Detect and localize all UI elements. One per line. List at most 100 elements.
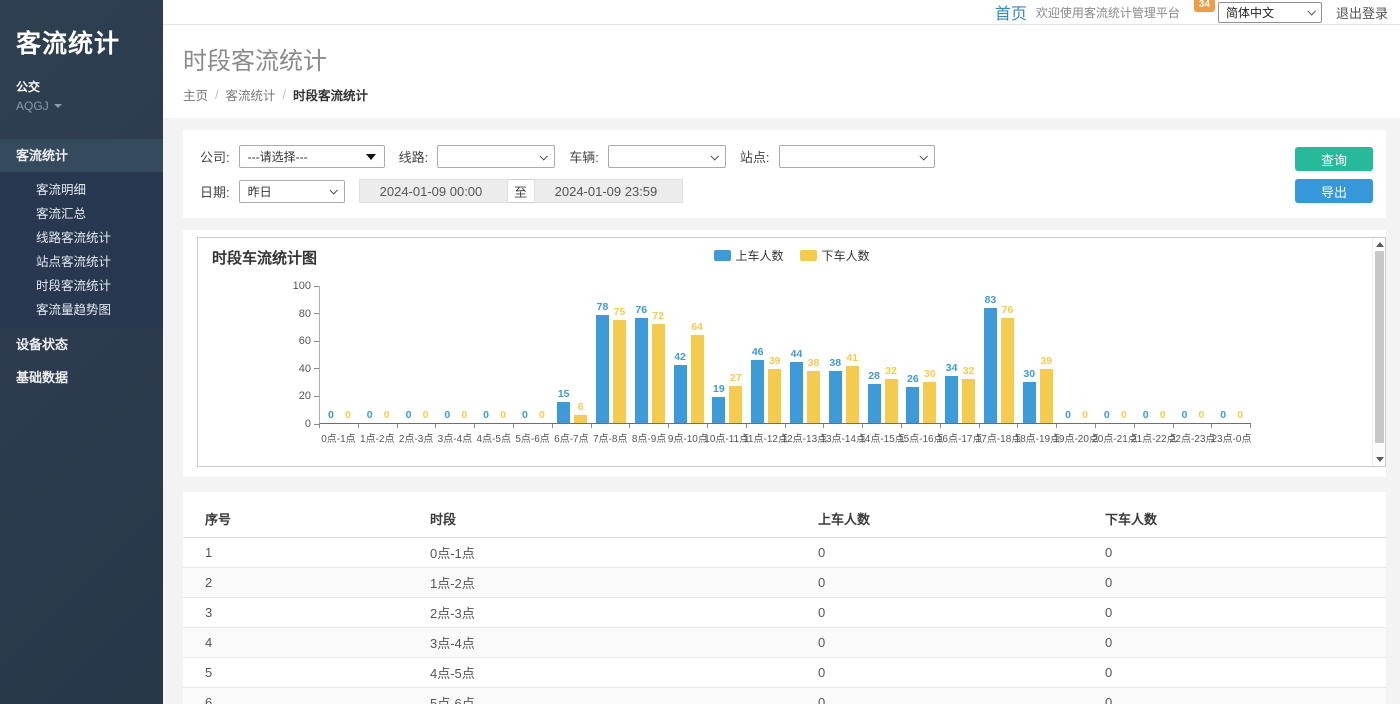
legend-item-alighting[interactable]: 下车人数 — [800, 247, 870, 264]
x-axis-label: 13点-14点 — [824, 430, 863, 445]
bar-column: 0 — [361, 409, 378, 423]
bar — [906, 387, 919, 423]
bar — [790, 362, 803, 423]
bar — [984, 308, 997, 423]
scroll-down-icon[interactable] — [1376, 457, 1384, 462]
home-link[interactable]: 首页 — [995, 0, 1027, 24]
chart-scrollbar[interactable] — [1372, 238, 1385, 466]
bar-group: 2832 — [863, 365, 902, 423]
breadcrumb-passenger-stats[interactable]: 客流统计 — [226, 85, 276, 104]
y-tick: 20 — [299, 390, 319, 402]
breadcrumb-home[interactable]: 主页 — [183, 85, 208, 104]
breadcrumb-separator: / — [215, 88, 218, 102]
user-dropdown-label: AQGJ — [16, 99, 49, 113]
bar-value-label: 15 — [558, 388, 570, 400]
bar-group: 00 — [398, 409, 437, 423]
date-preset-select[interactable]: 昨日 — [239, 180, 345, 203]
x-axis-label: 17点-18点 — [979, 430, 1018, 445]
x-tick — [747, 424, 786, 428]
chart-plot-area[interactable]: 020406080100 000000000000156787576724264… — [283, 286, 1251, 445]
company-filter: 公司: ---请选择--- — [200, 145, 385, 168]
bar-column: 39 — [1038, 355, 1055, 423]
sidebar-item-trend-chart[interactable]: 客流量趋势图 — [0, 298, 163, 322]
sidebar-item-passenger-stats[interactable]: 客流统计 — [0, 139, 163, 172]
table-cell: 0 — [1105, 538, 1386, 568]
chevron-down-icon — [540, 152, 548, 160]
sidebar-item-period-stats[interactable]: 时段客流统计 — [0, 274, 163, 298]
bar-group: 00 — [1096, 409, 1135, 423]
bar-column: 75 — [611, 306, 628, 424]
station-select[interactable] — [779, 145, 935, 168]
bar-value-label: 78 — [597, 301, 609, 313]
bar — [945, 376, 958, 423]
x-tick — [786, 424, 825, 428]
x-tick — [708, 424, 747, 428]
bar-group: 00 — [1174, 409, 1213, 423]
bar-group: 00 — [1212, 409, 1251, 423]
bar — [846, 366, 859, 423]
company-select[interactable]: ---请选择--- — [239, 145, 385, 168]
bar-column: 0 — [378, 409, 395, 423]
col-header-index: 序号 — [183, 500, 430, 538]
chevron-down-icon — [54, 104, 62, 108]
date-start-input[interactable]: 2024-01-09 00:00 — [359, 179, 508, 203]
breadcrumb-current: 时段客流统计 — [293, 85, 368, 104]
scrollbar-thumb[interactable] — [1375, 251, 1384, 443]
y-tick: 80 — [299, 308, 319, 320]
sidebar-menu: 客流统计 客流明细 客流汇总 线路客流统计 站点客流统计 时段客流统计 客流量趋… — [0, 139, 163, 394]
export-button[interactable]: 导出 — [1295, 179, 1373, 203]
x-axis-label: 15点-16点 — [901, 430, 940, 445]
bar-value-label: 46 — [752, 346, 764, 358]
x-tick — [824, 424, 863, 428]
filter-row-2: 日期: 昨日 2024-01-09 00:00 至 2024-01-09 23:… — [200, 179, 1370, 203]
table-cell: 1 — [183, 538, 430, 568]
legend-item-boarding[interactable]: 上车人数 — [713, 247, 783, 264]
bar-value-label: 6 — [578, 401, 584, 413]
bar-value-label: 39 — [769, 355, 781, 367]
x-axis-label: 4点-5点 — [474, 430, 513, 445]
bar-column: 15 — [555, 388, 572, 423]
x-axis-label: 16点-17点 — [940, 430, 979, 445]
bar-column: 0 — [456, 409, 473, 423]
bar-column: 46 — [749, 346, 766, 423]
bar-value-label: 0 — [1199, 409, 1205, 421]
user-dropdown[interactable]: AQGJ — [0, 95, 163, 113]
sidebar-item-passenger-summary[interactable]: 客流汇总 — [0, 202, 163, 226]
sidebar-item-passenger-detail[interactable]: 客流明细 — [0, 178, 163, 202]
bar-value-label: 30 — [1023, 368, 1035, 380]
chart-title: 时段车流统计图 — [212, 247, 317, 268]
date-end-input[interactable]: 2024-01-09 23:59 — [534, 179, 683, 203]
language-select-value: 简体中文 — [1226, 4, 1274, 21]
sidebar-item-line-stats[interactable]: 线路客流统计 — [0, 226, 163, 250]
y-axis: 020406080100 — [283, 286, 319, 424]
bar-group: 46 39 — [747, 346, 786, 423]
y-tick: 60 — [299, 335, 319, 347]
bar-column: 0 — [439, 409, 456, 423]
x-axis-label: 22点-23点 — [1173, 430, 1212, 445]
logout-link[interactable]: 退出登录 — [1336, 3, 1388, 22]
scroll-up-icon[interactable] — [1376, 242, 1384, 247]
bar-column: 42 — [672, 351, 689, 423]
station-label: 站点: — [740, 147, 770, 166]
line-select[interactable] — [437, 145, 555, 168]
x-tick — [1135, 424, 1174, 428]
table-row: 65点-6点00 — [183, 688, 1386, 704]
vehicle-select[interactable] — [608, 145, 726, 168]
sidebar-item-base-data[interactable]: 基础数据 — [0, 361, 163, 394]
query-button[interactable]: 查询 — [1295, 147, 1373, 171]
bar-column: 0 — [516, 409, 533, 423]
sidebar-item-station-stats[interactable]: 站点客流统计 — [0, 250, 163, 274]
language-select[interactable]: 简体中文 — [1218, 2, 1322, 23]
col-header-period: 时段 — [430, 500, 818, 538]
table-cell: 0 — [1105, 568, 1386, 598]
bar-column: 0 — [1115, 409, 1132, 423]
bar — [885, 379, 898, 423]
bar-column: 0 — [417, 409, 434, 423]
x-tick — [669, 424, 708, 428]
sidebar-item-device-status[interactable]: 设备状态 — [0, 328, 163, 361]
bar — [596, 315, 609, 423]
chart-panel: 时段车流统计图 上车人数 下车人数 020406080100 000000000… — [183, 230, 1386, 477]
x-axis-label: 0点-1点 — [319, 430, 358, 445]
table-cell: 0 — [818, 598, 1105, 628]
date-label: 日期: — [200, 182, 230, 201]
